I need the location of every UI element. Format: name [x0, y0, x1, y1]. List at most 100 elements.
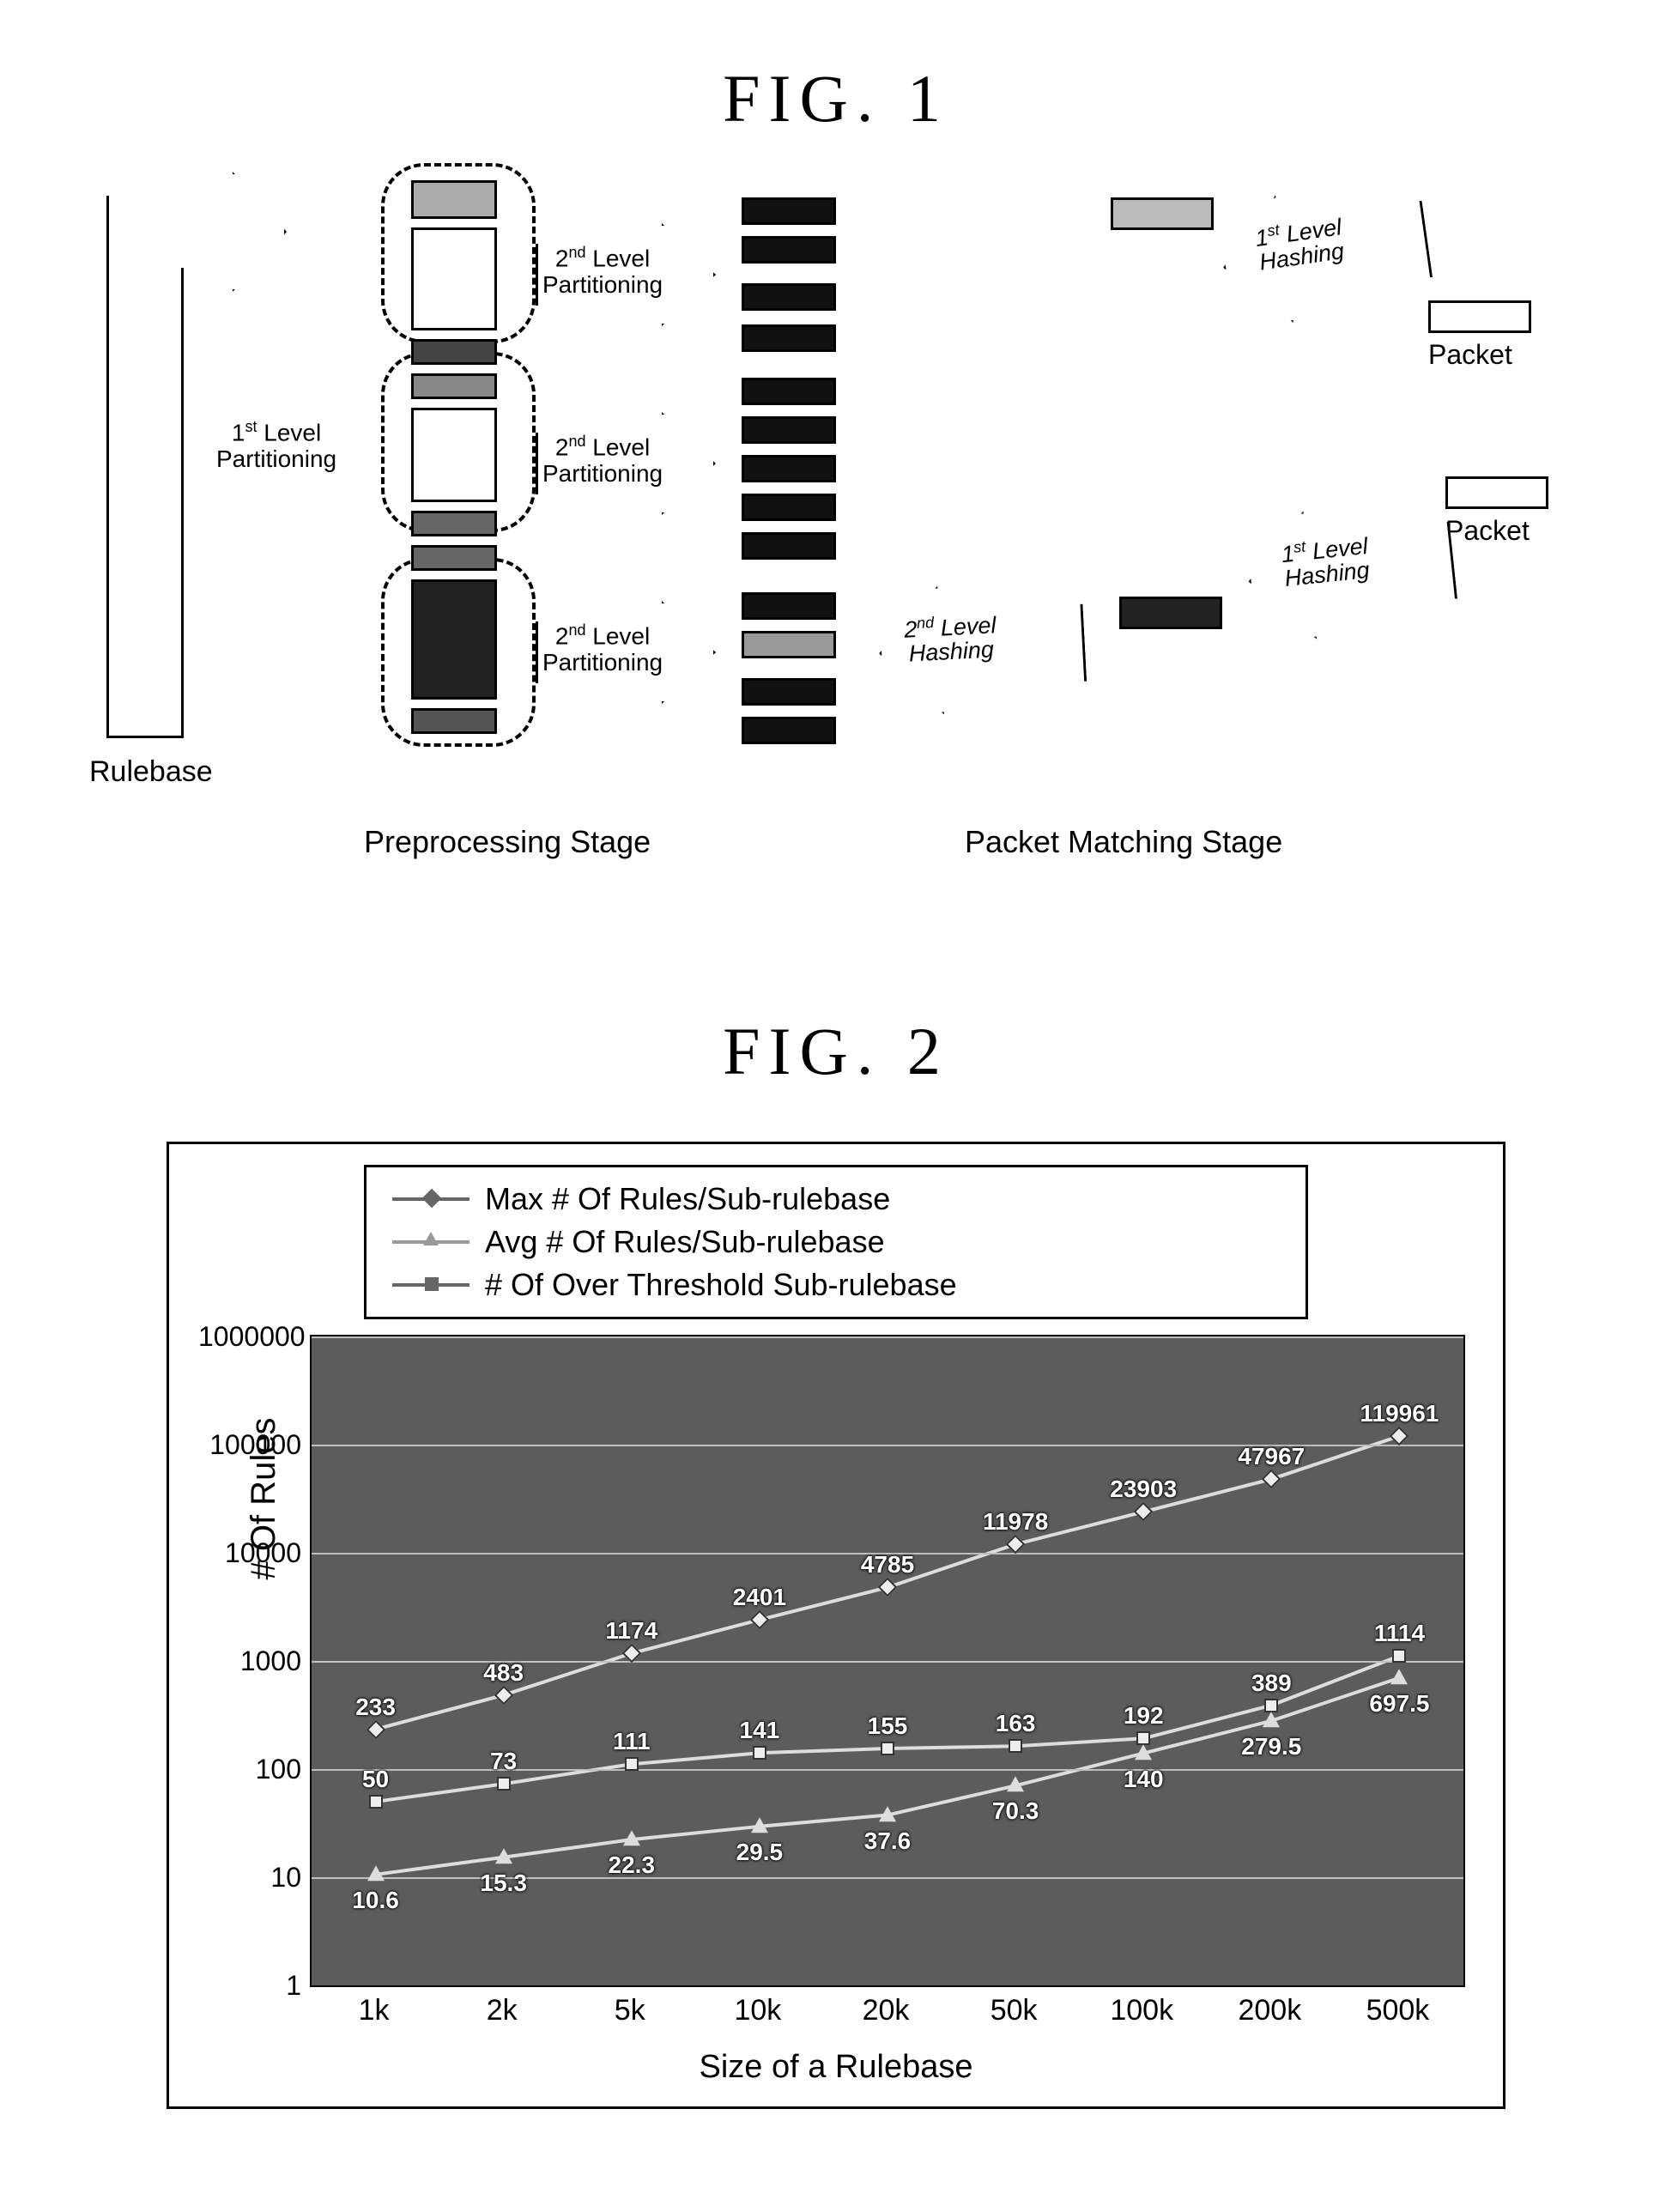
partition-block [742, 592, 836, 620]
subrulebase-segment [411, 227, 497, 330]
legend-entry-over: # Of Over Threshold Sub-rulebase [392, 1267, 1280, 1303]
x-tick-label: 500k [1366, 1994, 1430, 2027]
data-point [751, 1817, 768, 1833]
data-label: 50 [362, 1766, 389, 1793]
partition-block [742, 717, 836, 744]
data-label: 70.3 [992, 1797, 1039, 1825]
legend-label: Avg # Of Rules/Sub-rulebase [485, 1224, 885, 1260]
y-tick-label: 1 [198, 1970, 301, 2002]
fig2-chart-frame: Max # Of Rules/Sub-rulebase Avg # Of Rul… [167, 1142, 1505, 2109]
arrow-2nd-partitioning-text: 2nd LevelPartitioning [542, 433, 663, 488]
y-tick-label: 100 [198, 1754, 301, 1785]
data-label: 29.5 [736, 1839, 784, 1866]
data-point [1392, 1649, 1406, 1663]
partition-block [742, 283, 836, 311]
subrulebase-segment [411, 579, 497, 700]
rulebase-block [106, 206, 184, 738]
partitioned-column [407, 180, 501, 798]
subrulebase-segment [411, 180, 497, 219]
arrow-2nd-partitioning-text: 2nd LevelPartitioning [542, 245, 663, 299]
data-label: 119961 [1360, 1400, 1439, 1427]
data-label: 4785 [861, 1551, 914, 1579]
partition-block [742, 416, 836, 444]
legend-entry-max: Max # Of Rules/Sub-rulebase [392, 1181, 1280, 1217]
data-point [1007, 1776, 1024, 1791]
data-label: 163 [996, 1710, 1036, 1737]
data-label: 23903 [1110, 1476, 1177, 1503]
preprocessing-stage-label: Preprocessing Stage [364, 824, 651, 860]
x-ticks: 1k2k5k10k20k50k100k200k500k [310, 1994, 1465, 2037]
legend-marker-diamond-icon [392, 1197, 469, 1201]
x-tick-label: 200k [1238, 1994, 1301, 2027]
subrulebase-segment [411, 373, 497, 399]
y-tick-label: 10000 [198, 1537, 301, 1569]
data-label: 22.3 [609, 1851, 656, 1879]
x-tick-label: 100k [1110, 1994, 1173, 2027]
legend-marker-square-icon [392, 1283, 469, 1287]
data-point [367, 1865, 385, 1881]
partition-block [742, 324, 836, 352]
data-point [625, 1757, 639, 1771]
y-tick-label: 10 [198, 1862, 301, 1894]
arrow-2nd-hashing-text: 2nd LevelHashing [904, 611, 998, 666]
data-point [1263, 1712, 1280, 1727]
y-tick-label: 100000 [198, 1429, 301, 1461]
x-tick-label: 1k [359, 1994, 390, 2027]
subrulebase-segment [411, 545, 497, 571]
data-label: 141 [740, 1717, 780, 1744]
data-point [753, 1746, 766, 1760]
legend-entry-avg: Avg # Of Rules/Sub-rulebase [392, 1224, 1280, 1260]
data-point [497, 1777, 511, 1791]
x-tick-label: 10k [734, 1994, 781, 2027]
arrow-1st-hashing-text: 1st LevelHashing [1280, 532, 1372, 591]
data-label: 10.6 [352, 1887, 399, 1914]
plot-wrap: # Of Rules 1101001000100001000001000000 … [310, 1335, 1465, 1987]
arrow-1st-partitioning-text: 1st LevelPartitioning [216, 419, 336, 473]
data-label: 279.5 [1241, 1733, 1301, 1761]
legend-marker-triangle-icon [392, 1240, 469, 1244]
x-tick-label: 2k [487, 1994, 518, 2027]
hash-result-block [1119, 597, 1222, 629]
x-tick-label: 5k [615, 1994, 645, 2027]
data-point [1009, 1739, 1022, 1753]
data-label: 73 [490, 1748, 517, 1775]
data-point [1264, 1699, 1278, 1712]
gridline [312, 1769, 1463, 1771]
packet-label: Packet [1445, 515, 1530, 547]
data-label: 192 [1124, 1702, 1164, 1730]
data-label: 11978 [983, 1508, 1048, 1536]
arrow-2nd-partitioning-text: 2nd LevelPartitioning [542, 622, 663, 676]
data-point [495, 1848, 512, 1864]
data-point [879, 1806, 896, 1821]
data-label: 37.6 [864, 1827, 912, 1855]
subrulebase-segment [411, 511, 497, 536]
data-label: 155 [868, 1712, 908, 1740]
data-point [1390, 1669, 1408, 1684]
packet-block [1428, 300, 1531, 333]
plot-area: 2334831174240147851197823903479671199615… [310, 1335, 1465, 1987]
data-label: 1174 [605, 1617, 657, 1645]
packet-label: Packet [1428, 339, 1512, 371]
gridline [312, 1985, 1463, 1987]
data-label: 483 [483, 1659, 524, 1687]
partition-block [742, 532, 836, 560]
hash-result-block [1111, 197, 1214, 230]
legend-label: Max # Of Rules/Sub-rulebase [485, 1181, 890, 1217]
partition-block [742, 678, 836, 706]
data-point [881, 1742, 894, 1755]
partition-block [742, 631, 836, 658]
data-label: 2401 [733, 1584, 786, 1611]
y-tick-label: 1000000 [198, 1321, 301, 1353]
packet-block [1445, 476, 1548, 509]
gridline [312, 1336, 1463, 1338]
data-label: 389 [1251, 1670, 1292, 1697]
fig2-title: FIG. 2 [103, 1013, 1569, 1090]
subrulebase-segment [411, 708, 497, 734]
x-tick-label: 20k [863, 1994, 910, 2027]
fig1-diagram: Rulebase 1st LevelPartitioning 2nd Level… [106, 172, 1566, 944]
packet-matching-stage-label: Packet Matching Stage [965, 824, 1282, 860]
data-label: 233 [355, 1694, 396, 1721]
data-point [1135, 1744, 1152, 1760]
legend-label: # Of Over Threshold Sub-rulebase [485, 1267, 957, 1303]
partition-block [742, 236, 836, 264]
